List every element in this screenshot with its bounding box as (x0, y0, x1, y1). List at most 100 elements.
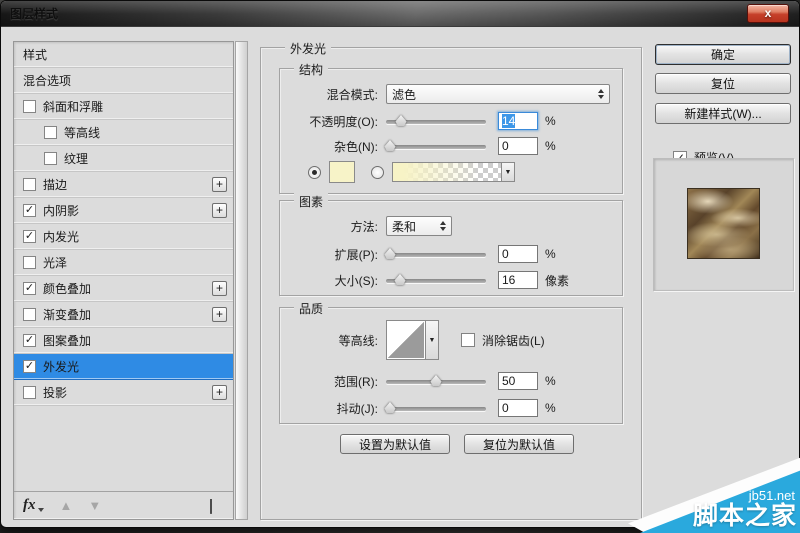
technique-dropdown[interactable]: 柔和 (386, 216, 452, 236)
sidebar-item-outer-glow[interactable]: ✓外发光 (14, 354, 233, 380)
range-slider[interactable] (386, 374, 486, 388)
drop-shadow-add-button[interactable]: + (212, 385, 227, 400)
move-up-icon[interactable]: ▲ (60, 498, 73, 513)
make-default-button[interactable]: 设置为默认值 (340, 434, 450, 454)
sidebar-item-texture[interactable]: 纹理 (14, 146, 233, 172)
inner-shadow-checkbox[interactable]: ✓ (23, 204, 36, 217)
watermark-site-name: 脚本之家 (693, 503, 797, 529)
sidebar-item-label: 光泽 (43, 254, 233, 271)
opacity-label: 不透明度(O): (290, 113, 378, 130)
blend-mode-value: 滤色 (392, 86, 416, 103)
trash-icon[interactable] (210, 499, 224, 513)
sidebar-item-blending-options[interactable]: 混合选项 (14, 68, 233, 94)
gradient-dropdown-arrow-icon[interactable]: ▼ (502, 162, 515, 182)
default-buttons-row: 设置为默认值 复位为默认值 (340, 434, 574, 454)
contour-checkbox[interactable] (44, 126, 57, 139)
spread-label: 扩展(P): (290, 246, 378, 263)
sidebar-item-label: 纹理 (64, 150, 233, 167)
sidebar-item-label: 混合选项 (23, 72, 233, 89)
noise-row: 杂色(N): 0 % (290, 135, 614, 157)
blend-mode-label: 混合模式: (290, 86, 378, 103)
size-slider-thumb[interactable] (395, 274, 406, 285)
inner-shadow-add-button[interactable]: + (212, 203, 227, 218)
outer-glow-checkbox[interactable]: ✓ (23, 360, 36, 373)
sidebar-item-label: 斜面和浮雕 (43, 98, 233, 115)
pattern-overlay-checkbox[interactable]: ✓ (23, 334, 36, 347)
glow-color-swatch[interactable] (329, 161, 355, 183)
new-style-button[interactable]: 新建样式(W)... (655, 103, 791, 124)
sidebar-item-bevel-emboss[interactable]: 斜面和浮雕 (14, 94, 233, 120)
noise-input[interactable]: 0 (498, 137, 538, 155)
layer-style-dialog: 图层样式 x 样式混合选项斜面和浮雕等高线纹理描边+✓内阴影+✓内发光光泽 ✓颜色… (0, 0, 800, 528)
sidebar-item-gradient-overlay[interactable]: 渐变叠加+ (14, 302, 233, 328)
sidebar-item-inner-shadow[interactable]: ✓内阴影+ (14, 198, 233, 224)
stroke-add-button[interactable]: + (212, 177, 227, 192)
outer-glow-panel: 外发光 结构 混合模式: 滤色 不透明度(O): (260, 47, 642, 520)
gradient-overlay-checkbox[interactable] (23, 308, 36, 321)
size-input[interactable]: 16 (498, 271, 538, 289)
reset-button[interactable]: 复位 (655, 73, 791, 94)
sidebar-item-contour[interactable]: 等高线 (14, 120, 233, 146)
color-overlay-add-button[interactable]: + (212, 281, 227, 296)
jitter-slider-thumb[interactable] (385, 402, 396, 413)
sidebar-item-color-overlay[interactable]: ✓颜色叠加+ (14, 276, 233, 302)
sidebar-scrollbar[interactable] (235, 41, 248, 520)
inner-glow-checkbox[interactable]: ✓ (23, 230, 36, 243)
color-overlay-checkbox[interactable]: ✓ (23, 282, 36, 295)
gradient-radio[interactable] (371, 166, 384, 179)
noise-slider[interactable] (386, 139, 486, 153)
solid-color-radio[interactable] (308, 166, 321, 179)
noise-slider-thumb[interactable] (385, 140, 396, 151)
opacity-input[interactable]: 14 (498, 112, 538, 130)
stroke-checkbox[interactable] (23, 178, 36, 191)
reset-default-button[interactable]: 复位为默认值 (464, 434, 574, 454)
window-title: 图层样式 (10, 5, 58, 22)
preview-panel (653, 158, 794, 291)
size-slider[interactable] (386, 273, 486, 287)
spread-slider-thumb[interactable] (385, 248, 396, 259)
watermark-site-url: jb51.net (693, 489, 797, 503)
elements-group-label: 图素 (294, 193, 328, 210)
panel-title: 外发光 (285, 40, 331, 57)
spread-unit: % (545, 247, 556, 261)
sidebar-item-pattern-overlay[interactable]: ✓ 图案叠加 (14, 328, 233, 354)
close-button[interactable]: x (747, 4, 789, 23)
elements-group: 图素 方法: 柔和 扩展(P): 0 % (279, 200, 623, 296)
ok-button[interactable]: 确定 (655, 44, 791, 65)
sidebar-item-label: 图案叠加 (43, 332, 233, 349)
spread-input[interactable]: 0 (498, 245, 538, 263)
opacity-slider[interactable] (386, 114, 486, 128)
jitter-input[interactable]: 0 (498, 399, 538, 417)
effects-sidebar: 样式混合选项斜面和浮雕等高线纹理描边+✓内阴影+✓内发光光泽 ✓颜色叠加+渐变叠加… (13, 41, 234, 520)
range-slider-thumb[interactable] (431, 375, 442, 386)
jitter-slider[interactable] (386, 401, 486, 415)
opacity-slider-thumb[interactable] (396, 115, 407, 126)
texture-checkbox[interactable] (44, 152, 57, 165)
stepper-icon (593, 89, 604, 99)
move-down-icon[interactable]: ▼ (88, 498, 101, 513)
blend-mode-dropdown[interactable]: 滤色 (386, 84, 610, 104)
sidebar-item-drop-shadow[interactable]: 投影+ (14, 380, 233, 406)
antialias-checkbox[interactable] (461, 333, 475, 347)
noise-unit: % (545, 139, 556, 153)
bevel-emboss-checkbox[interactable] (23, 100, 36, 113)
satin-checkbox[interactable] (23, 256, 36, 269)
gradient-overlay-add-button[interactable]: + (212, 307, 227, 322)
sidebar-item-styles[interactable]: 样式 (14, 42, 233, 68)
contour-picker[interactable] (386, 320, 426, 360)
sidebar-item-satin[interactable]: 光泽 (14, 250, 233, 276)
drop-shadow-checkbox[interactable] (23, 386, 36, 399)
titlebar[interactable]: 图层样式 x (1, 1, 799, 27)
jitter-row: 抖动(J): 0 % (290, 397, 614, 419)
glow-gradient-bar[interactable] (392, 162, 502, 182)
spread-slider[interactable] (386, 247, 486, 261)
fx-menu-button[interactable]: fx (23, 497, 36, 514)
range-input[interactable]: 50 (498, 372, 538, 390)
contour-dropdown-arrow-icon[interactable]: ▼ (426, 320, 439, 360)
sidebar-item-stroke[interactable]: 描边+ (14, 172, 233, 198)
jitter-label: 抖动(J): (290, 400, 378, 417)
contour-row: 等高线: ▼ 消除锯齿(L) (290, 318, 614, 362)
watermark: jb51.net 脚本之家 (628, 453, 800, 533)
sidebar-item-inner-glow[interactable]: ✓内发光 (14, 224, 233, 250)
sidebar-effect-list: 样式混合选项斜面和浮雕等高线纹理描边+✓内阴影+✓内发光光泽 ✓颜色叠加+渐变叠加… (14, 42, 233, 406)
